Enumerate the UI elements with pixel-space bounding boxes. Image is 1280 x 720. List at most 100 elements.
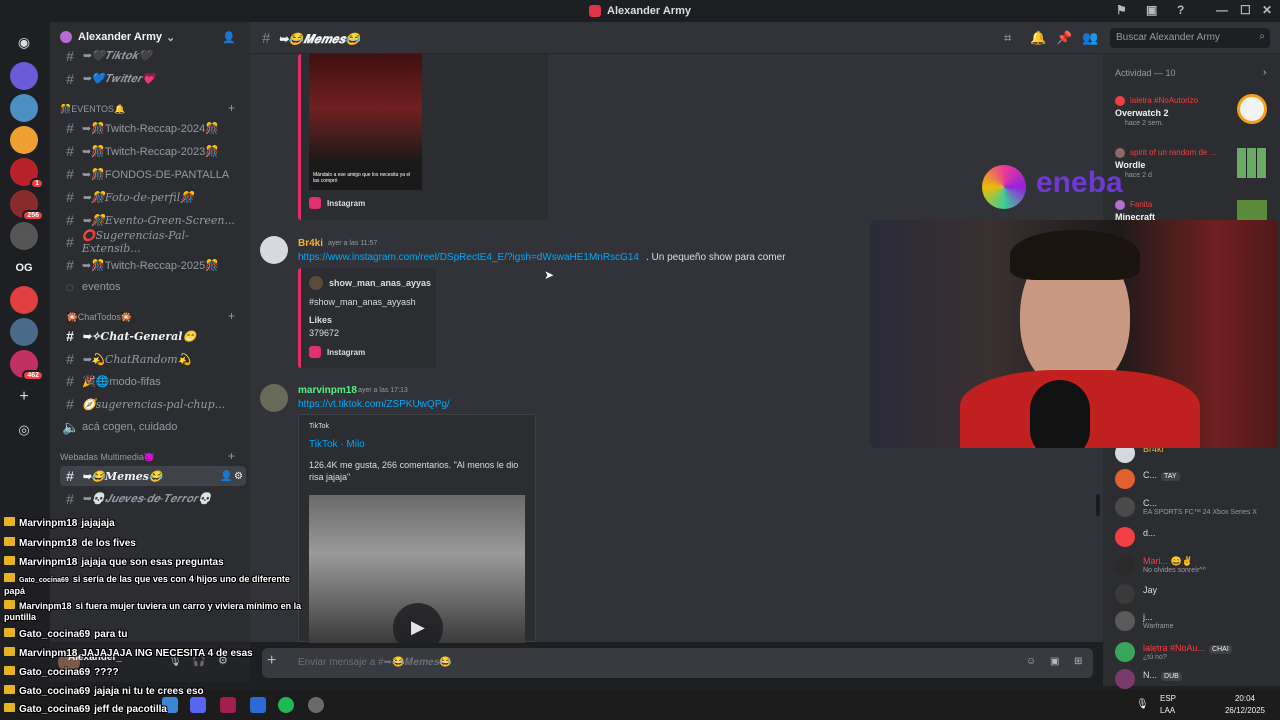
server-icon[interactable]: 256 — [10, 190, 44, 221]
help-icon[interactable]: ? — [1177, 3, 1184, 17]
add-attachment-icon[interactable]: + — [267, 652, 276, 670]
hash-icon: # — [66, 468, 74, 484]
embed-title[interactable]: TikTok · Milo — [309, 439, 365, 450]
app-icon[interactable] — [220, 697, 236, 713]
discord-icon[interactable] — [190, 697, 206, 713]
member-item[interactable]: C... TAY — [1115, 466, 1275, 492]
inbox-icon[interactable]: ⚑ — [1116, 3, 1127, 17]
channel-jueves-de-terror[interactable]: # ➥💀𝑱𝒖𝒆𝒗𝒆𝒔-𝒅𝒆-𝑻𝒆𝒓𝒓𝒐𝒓💀 — [60, 489, 246, 509]
member-item[interactable]: Jay — [1115, 581, 1275, 607]
server-icon[interactable] — [10, 126, 38, 154]
microphone — [1030, 380, 1090, 448]
app-icon[interactable] — [250, 697, 266, 713]
server-icon[interactable]: 462 — [10, 350, 44, 381]
member-item[interactable]: d... — [1115, 524, 1275, 550]
stream-chat-line: Gato_cocina69???? — [4, 666, 119, 678]
video-thumbnail[interactable]: Mándalo a ese amigo que los necesita ya … — [309, 54, 422, 190]
channel-twitter[interactable]: # ➥💙𝑻𝒘𝒊𝒕𝒕𝒆𝒓💗 — [60, 69, 246, 89]
channel-item[interactable]: # ➥🎊FONDOS-DE-PANTALLA — [60, 164, 246, 184]
channel-memes[interactable]: # ➥😂𝑴𝒆𝒎𝒆𝒔😂 👤 ⚙ — [60, 466, 246, 486]
channel-sugerencias[interactable]: # 🧭sugerencias-pal-chup... — [60, 394, 246, 414]
voice-channel[interactable]: 🔈 acá cogen, cuidado — [60, 417, 246, 437]
embed-provider[interactable]: Instagram — [327, 348, 365, 357]
add-channel-icon[interactable]: + — [228, 101, 235, 115]
channel-item[interactable]: # ➥🎊Twitch-Reccap-2024🎊 — [60, 118, 246, 138]
stream-chat-line: Marvinpm18 de los fives — [4, 537, 136, 549]
spotify-icon[interactable] — [278, 697, 294, 713]
play-button[interactable]: ▶ — [393, 603, 443, 653]
screen-icon[interactable]: ▣ — [1146, 3, 1157, 17]
scrollbar[interactable] — [1096, 494, 1100, 516]
category-webadas[interactable]: Webadas Multimedia😈 — [60, 452, 155, 463]
avatar[interactable] — [260, 384, 288, 412]
video-caption: Mándalo a ese amigo que los necesita ya … — [313, 172, 411, 184]
members-icon[interactable]: 👥 — [1082, 30, 1098, 46]
obs-icon[interactable] — [308, 697, 324, 713]
server-icon[interactable] — [10, 318, 38, 346]
channel-item[interactable]: ◌ eventos — [60, 277, 246, 297]
invite-icon[interactable]: 👤 — [222, 31, 236, 44]
add-channel-icon[interactable]: + — [228, 309, 235, 323]
hash-icon: # — [66, 257, 74, 273]
member-item[interactable]: Mari... 😄✌ No olvides sonreír^^ — [1115, 552, 1275, 578]
server-icon[interactable] — [10, 222, 38, 250]
video-thumbnail[interactable]: ▶ — [309, 495, 525, 653]
message-link[interactable]: https://www.instagram.com/reel/DSpRectE4… — [298, 252, 639, 263]
channel-modo-fifas[interactable]: # 🎉🌐modo-fifas — [60, 371, 246, 391]
channel-item[interactable]: # ⭕Sugerencias-Pal-Extensib... — [60, 229, 246, 255]
server-icon[interactable] — [10, 286, 38, 314]
instagram-embed[interactable]: Mándalo a ese amigo que los necesita ya … — [298, 54, 548, 220]
activity-user[interactable]: spirit of un random de ... — [1130, 148, 1216, 157]
message-composer[interactable]: + Enviar mensaje a #➥😂𝑴𝒆𝒎𝒆𝒔😂 ☺ ▣ ⊞ — [262, 648, 1093, 678]
invite-icon[interactable]: 👤 — [220, 471, 232, 482]
category-eventos[interactable]: 🎊EVENTOS🔔 — [60, 104, 125, 115]
member-item[interactable]: laletra #NoAu... CHAI ¿tú no? — [1115, 639, 1275, 665]
keyboard-layout[interactable]: LAA — [1160, 706, 1175, 715]
server-og[interactable]: OG — [10, 254, 38, 282]
minimize-icon[interactable]: — — [1216, 3, 1228, 17]
activity-user[interactable]: laletra #NoAutorizo — [1130, 96, 1198, 105]
gif-icon[interactable]: ▣ — [1050, 656, 1059, 667]
channel-chat-general[interactable]: # ➥✧Chat-General😁 — [60, 326, 246, 346]
microphone-icon[interactable]: 🎙 — [1136, 699, 1149, 710]
chevron-right-icon[interactable]: › — [1263, 67, 1266, 78]
channel-tiktok[interactable]: # ➥🖤𝑻𝒊𝒌𝒕𝒐𝒌🖤 — [60, 46, 246, 66]
server-icon[interactable] — [10, 94, 38, 122]
bell-icon[interactable]: 🔔 — [1030, 30, 1046, 46]
clock-date[interactable]: 26/12/2025 — [1220, 706, 1270, 715]
message-link[interactable]: https://vt.tiktok.com/ZSPKUwQPg/ — [298, 399, 450, 410]
composer-placeholder: Enviar mensaje a #➥😂𝑴𝒆𝒎𝒆𝒔😂 — [298, 657, 452, 668]
server-icon[interactable] — [10, 62, 38, 90]
channel-item[interactable]: # ➥🎊Twitch-Reccap-2023🎊 — [60, 141, 246, 161]
pin-icon[interactable]: 📌 — [1056, 30, 1072, 46]
keyboard-language[interactable]: ESP — [1160, 694, 1176, 703]
apps-icon[interactable]: ⊞ — [1074, 656, 1082, 667]
add-server-icon[interactable]: + — [10, 384, 38, 412]
message-author[interactable]: Br4ki — [298, 238, 323, 249]
member-item[interactable]: j... Warframe — [1115, 608, 1275, 634]
server-icon[interactable]: 1 — [10, 158, 44, 189]
channel-item[interactable]: # ➥🎊Foto-de-perfil🎊 — [60, 187, 246, 207]
member-name: C... TAY — [1143, 470, 1180, 481]
clock-time[interactable]: 20:04 — [1220, 694, 1270, 703]
add-channel-icon[interactable]: + — [228, 449, 235, 463]
member-item[interactable]: C... EA SPORTS FC™ 24 Xbox Series X — [1115, 494, 1275, 520]
member-item[interactable]: N... DUB — [1115, 666, 1275, 692]
embed-author[interactable]: show_man_anas_ayyas — [329, 278, 431, 288]
gift-icon[interactable]: ☺ — [1026, 656, 1036, 667]
message-author[interactable]: marvinpm18 — [298, 385, 357, 396]
close-icon[interactable]: ✕ — [1262, 3, 1272, 17]
avatar[interactable] — [260, 236, 288, 264]
maximize-icon[interactable]: ☐ — [1240, 3, 1251, 17]
activity-user[interactable]: Fanita — [1130, 200, 1152, 209]
gear-icon[interactable]: ⚙ — [234, 471, 243, 482]
category-chat-todos[interactable]: ⠀🎇ChatTodos🎇⠀ — [60, 312, 139, 323]
channel-item[interactable]: # ➥🎊Twitch-Reccap-2025🎊 — [60, 255, 246, 275]
channel-item[interactable]: # ➥🎊Evento-Green-Screen... — [60, 210, 246, 230]
threads-icon[interactable]: ⌗ — [1004, 30, 1011, 46]
search-input[interactable]: Buscar Alexander Army ⌕ — [1110, 28, 1270, 48]
embed-provider[interactable]: Instagram — [327, 199, 365, 208]
discover-icon[interactable]: ◎ — [10, 416, 38, 444]
discord-home-icon[interactable]: ◉ — [10, 28, 38, 56]
channel-chat-random[interactable]: # ➥💫ChatRandom💫 — [60, 349, 246, 369]
